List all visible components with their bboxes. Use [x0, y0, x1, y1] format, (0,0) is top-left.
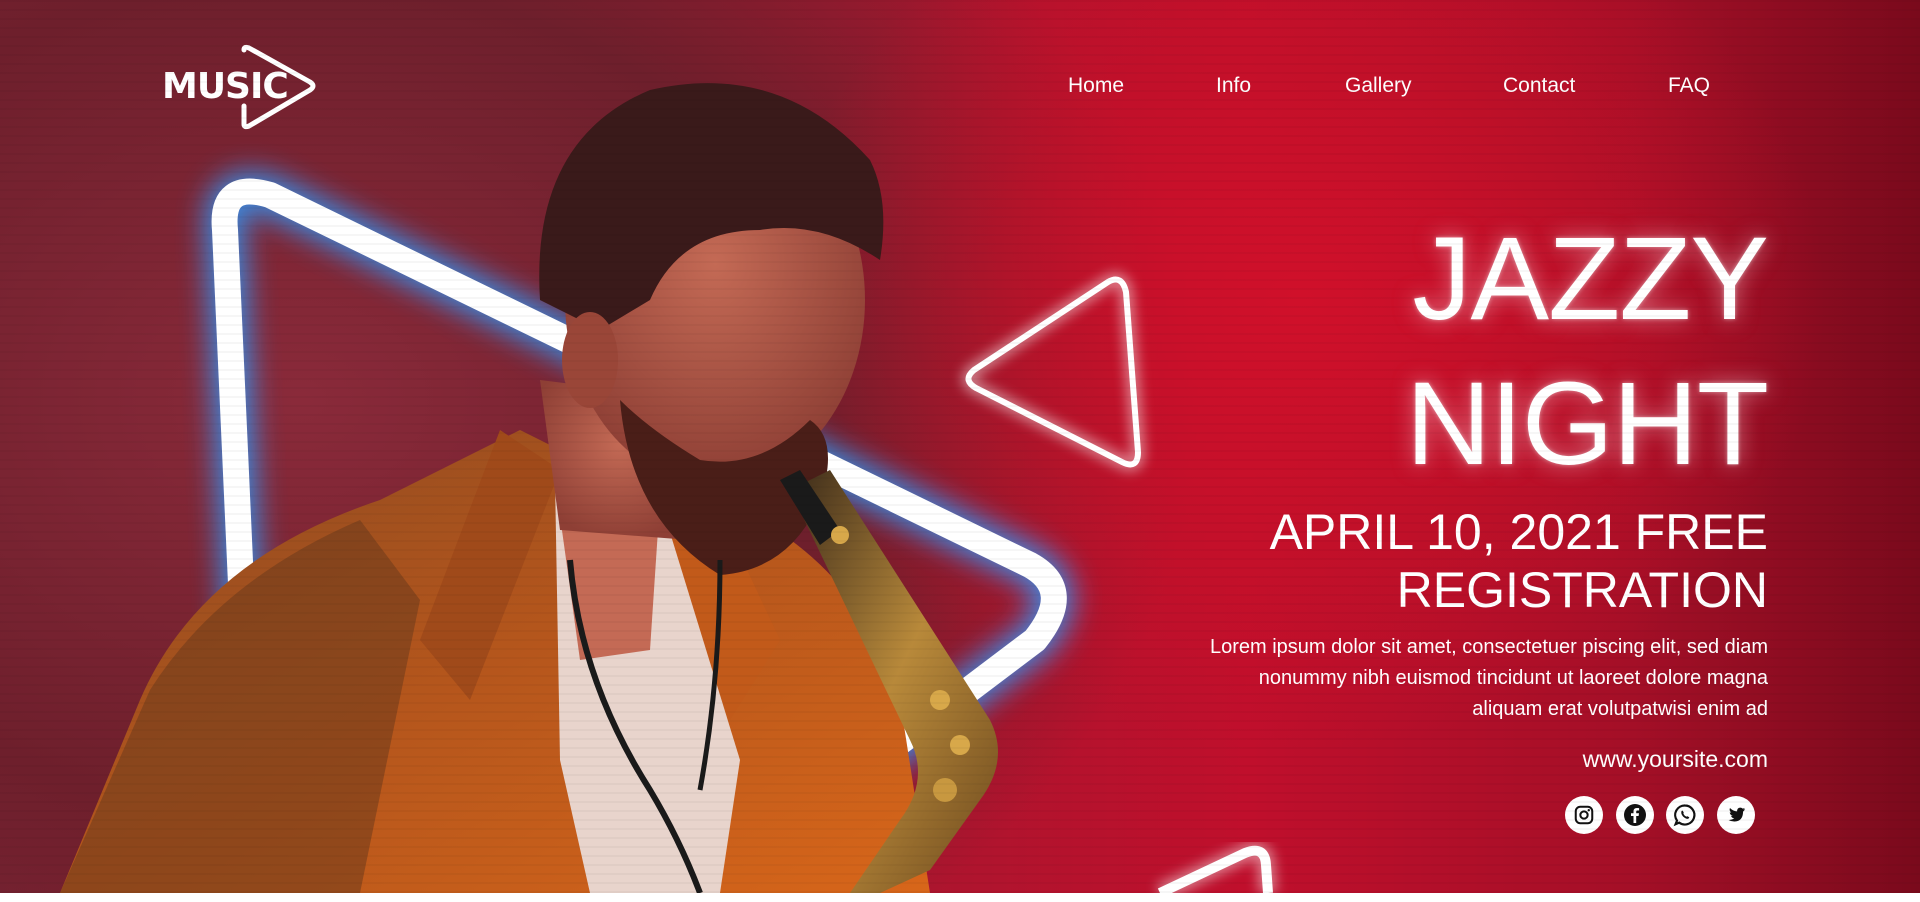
twitter-icon [1728, 807, 1746, 822]
website-link[interactable]: www.yoursite.com [1583, 746, 1768, 773]
event-description: Lorem ipsum dolor sit amet, consectetuer… [1209, 636, 1768, 720]
play-logo-icon [241, 44, 316, 130]
nav-link-contact[interactable]: Contact [1503, 74, 1575, 98]
facebook-button[interactable] [1616, 796, 1654, 834]
nav-link-home[interactable]: Home [1068, 74, 1124, 98]
nav-link-faq[interactable]: FAQ [1668, 74, 1710, 98]
small-triangle [965, 276, 1141, 468]
facebook-icon [1624, 804, 1646, 826]
hero-title-line2: NIGHT [1405, 358, 1769, 490]
subtitle-line2: REGISTRATION [1396, 562, 1768, 618]
whatsapp-button[interactable] [1666, 796, 1704, 834]
instagram-icon [1574, 805, 1594, 825]
whatsapp-icon [1673, 804, 1696, 827]
brand-logo[interactable]: MUSIC [162, 44, 322, 134]
hero-section: MUSIC Home Info Gallery Contact FAQ JAZZ… [0, 0, 1920, 893]
event-date-subtitle: APRIL 10, 2021 FREE REGISTRATION [1208, 503, 1768, 619]
subtitle-line1: APRIL 10, 2021 FREE [1269, 504, 1768, 560]
instagram-button[interactable] [1565, 796, 1603, 834]
small-triangle [961, 272, 1146, 472]
nav-link-info[interactable]: Info [1216, 74, 1251, 98]
hero-title-line1: JAZZY [1412, 213, 1769, 345]
twitter-button[interactable] [1717, 796, 1755, 834]
nav-link-gallery[interactable]: Gallery [1345, 74, 1412, 98]
